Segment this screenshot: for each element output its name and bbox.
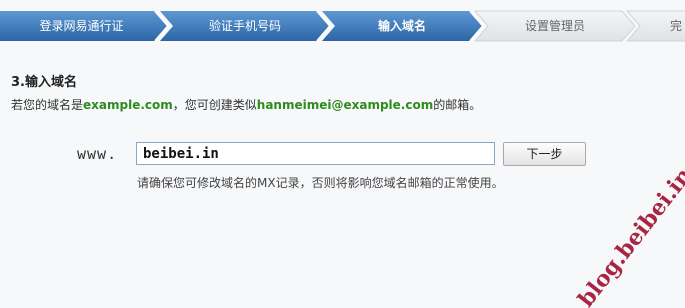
domain-input[interactable] (136, 142, 495, 165)
step-4-label: 设置管理员 (524, 19, 585, 33)
step-5-label: 完 (669, 19, 682, 33)
www-prefix-label: www. (77, 145, 118, 163)
domain-form-section: 3.输入域名 若您的域名是example.com，您可创建类似hanmeimei… (0, 47, 685, 308)
intro-middle: ，您可创建类似 (172, 98, 257, 112)
example-email: hanmeimei@example.com (256, 98, 434, 112)
step-1-label: 登录网易通行证 (39, 19, 124, 33)
page: 登录网易通行证 验证手机号码 输入域名 设置管理员 完 3.输入域名 若您的域名… (0, 0, 685, 308)
intro-suffix: 的邮箱。 (433, 98, 482, 112)
step-2-label: 验证手机号码 (208, 19, 281, 33)
step-3-label: 输入域名 (377, 19, 426, 33)
example-domain: example.com (83, 98, 173, 112)
next-step-button[interactable]: 下一步 (503, 142, 586, 166)
section-title: 3.输入域名 (11, 75, 77, 90)
intro-text: 若您的域名是example.com，您可创建类似hanmeimei@exampl… (11, 96, 481, 113)
mx-record-hint: 请确保您可修改域名的MX记录，否则将影响您域名邮箱的正常使用。 (137, 176, 504, 190)
step-progress-bar: 登录网易通行证 验证手机号码 输入域名 设置管理员 完 (0, 0, 685, 47)
intro-prefix: 若您的域名是 (11, 98, 84, 112)
